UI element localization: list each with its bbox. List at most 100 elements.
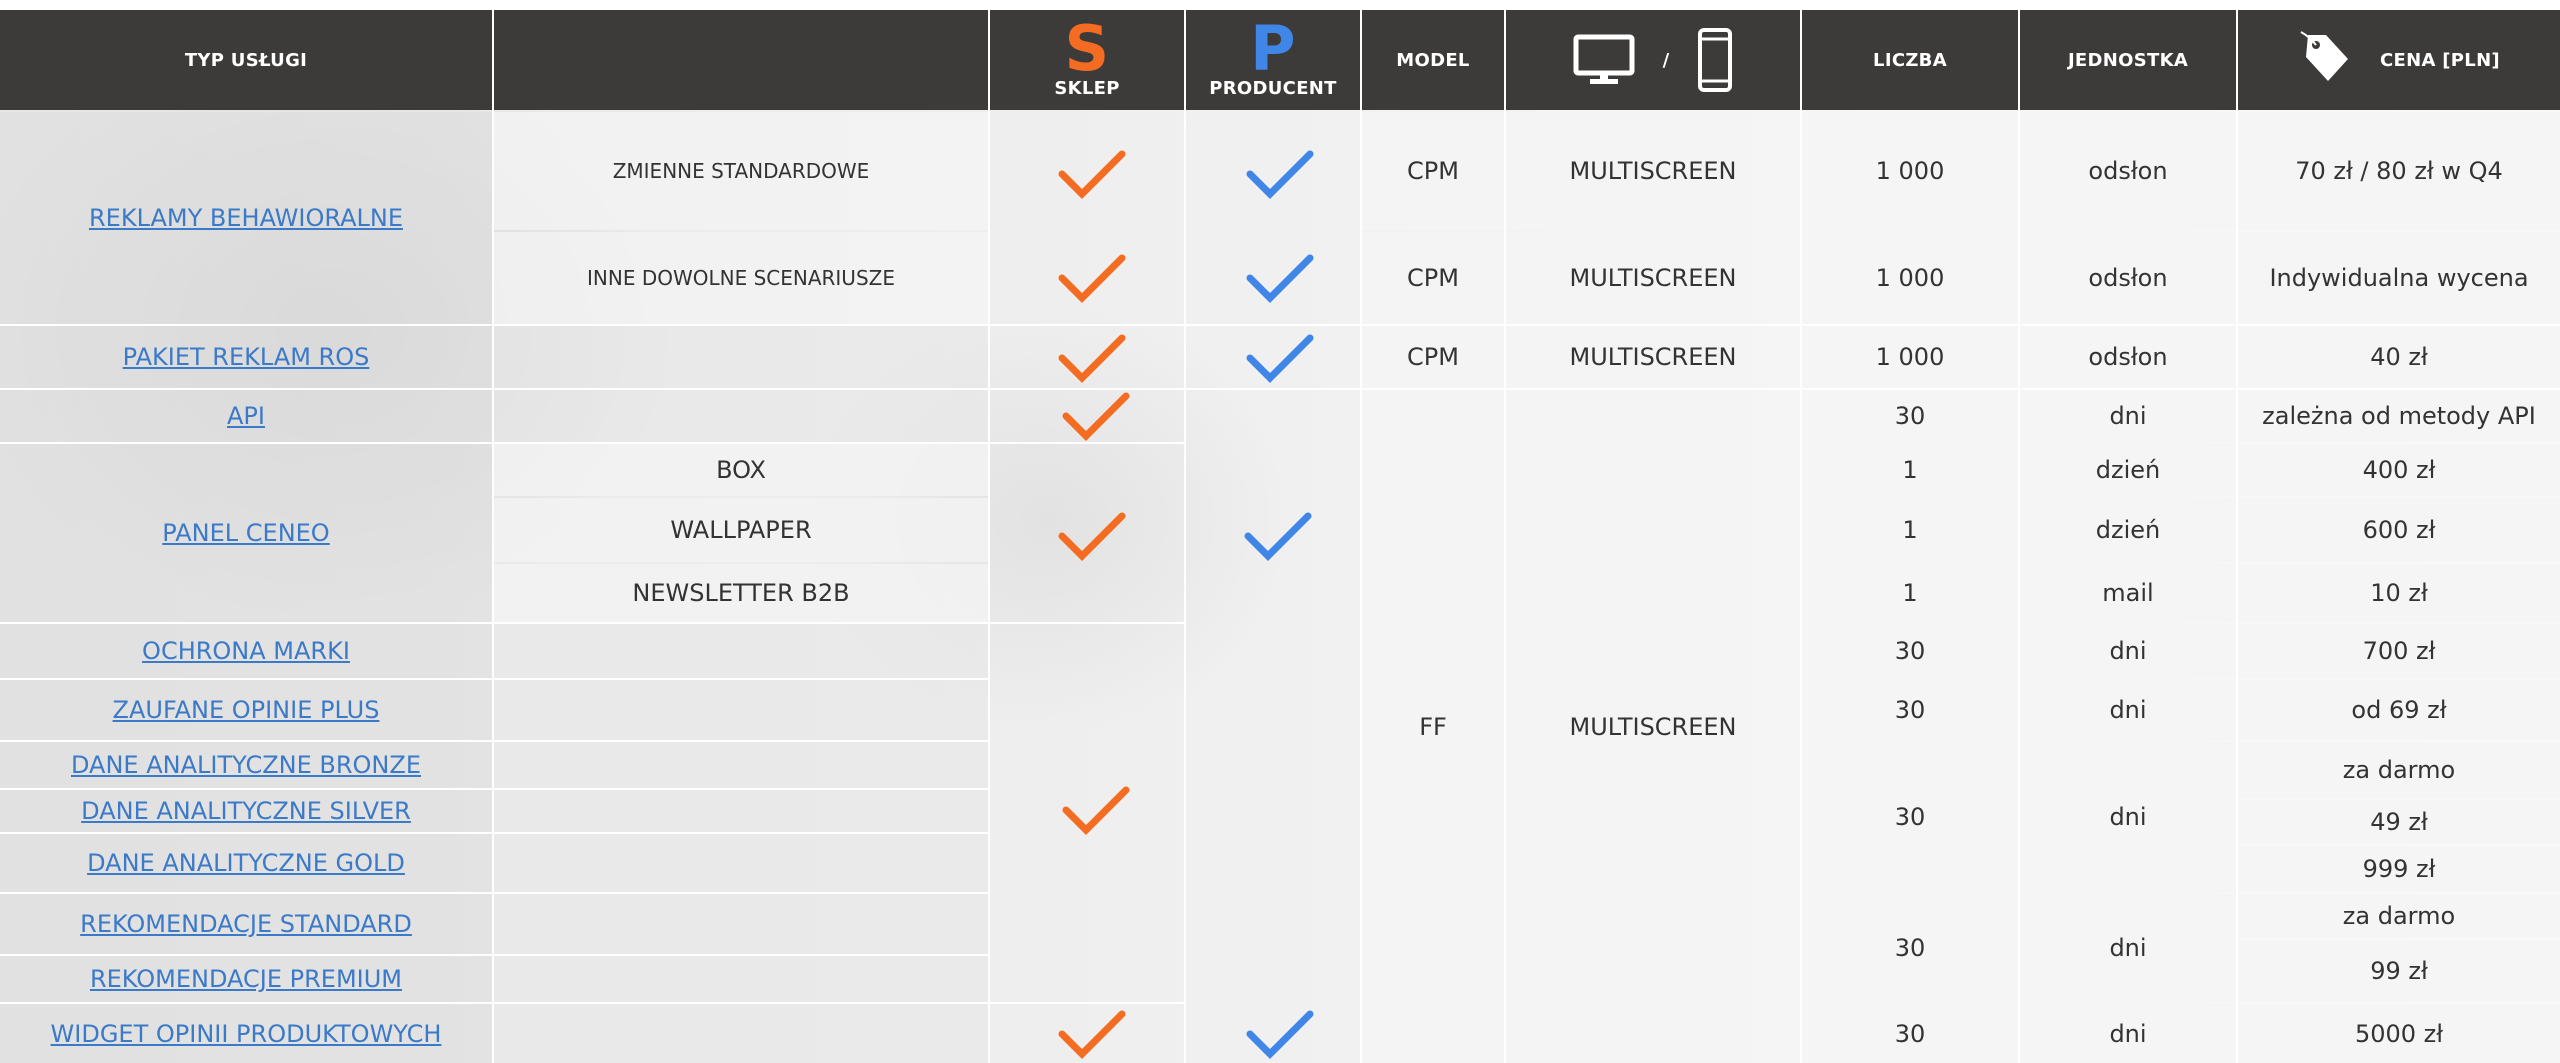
check-icon [1246,334,1314,383]
grid-line [0,442,1184,444]
variant-cell [494,680,988,740]
header-label: TYP USŁUGI [184,49,308,71]
check-icon [1246,150,1314,199]
service-link-rekomendacje-standard[interactable]: REKOMENDACJE STANDARD [80,910,412,938]
jednostka-value: odsłon [2088,157,2168,185]
jednostka-value: dni [2109,934,2147,962]
header-producent: P PRODUCENT [1186,10,1360,110]
cena-cell: 99 zł [2238,940,2560,1002]
grid-line [1360,10,1362,1063]
grid-line [0,388,2560,390]
service-link-dane-analityczne-silver[interactable]: DANE ANALITYCZNE SILVER [81,797,411,825]
liczba-value: 30 [1894,637,1926,665]
cena-value: 400 zł [2362,456,2436,484]
service-cell: REKLAMY BEHAWIORALNE [0,112,492,324]
service-link-panel-ceneo[interactable]: PANEL CENEO [162,519,329,547]
liczba-cell: 30 [1802,894,2018,1002]
variant-cell: NEWSLETTER B2B [494,564,988,622]
liczba-cell: 30 [1802,390,2018,442]
variant-cell [494,390,988,442]
cena-cell: 70 zł / 80 zł w Q4 [2238,112,2560,230]
service-cell: PAKIET REKLAM ROS [0,326,492,388]
liczba-value: 30 [1894,402,1926,430]
jednostka-value: odsłon [2088,343,2168,371]
jednostka-value: dni [2109,1019,2147,1048]
cena-cell: od 69 zł [2238,680,2560,740]
cena-value: 999 zł [2362,855,2436,883]
service-link-rekomendacje-premium[interactable]: REKOMENDACJE PREMIUM [90,965,402,993]
jednostka-cell: dzień [2020,498,2236,562]
service-link-pakiet-reklam-ros[interactable]: PAKIET REKLAM ROS [123,343,370,371]
variant-cell [494,834,988,892]
check-icon [1062,392,1130,441]
jednostka-value: odsłon [2088,264,2168,292]
service-link-zaufane-opinie-plus[interactable]: ZAUFANE OPINIE PLUS [113,696,380,724]
service-cell: DANE ANALITYCZNE SILVER [0,790,492,832]
service-link-dane-analityczne-bronze[interactable]: DANE ANALITYCZNE BRONZE [71,751,421,779]
cena-value: od 69 zł [2351,696,2447,724]
header-sklep: S SKLEP [990,10,1184,110]
cena-value: za darmo [2342,902,2456,930]
grid-line [0,678,988,680]
variant-cell: ZMIENNE STANDARDOWE [494,112,988,230]
cena-cell: zależna od metody API [2238,390,2560,442]
service-cell: WIDGET OPINII PRODUKTOWYCH [0,1004,492,1063]
check-icon [1058,512,1126,561]
service-cell: REKOMENDACJE STANDARD [0,894,492,954]
pricing-table-page: TYP USŁUGI S SKLEP P PRODUCENT MODEL / L… [0,0,2560,1063]
variant-cell [494,742,988,788]
cena-value: Indywidualna wycena [2269,264,2529,292]
cena-cell: za darmo [2238,894,2560,938]
jednostka-value: dni [2109,402,2147,430]
liczba-cell: 30 [1802,624,2018,678]
model-cell: FF [1362,390,1504,1063]
device-separator: / [1662,49,1670,71]
variant-cell: WALLPAPER [494,498,988,562]
device-value: MULTISCREEN [1569,157,1737,185]
cena-cell: 999 zł [2238,846,2560,892]
jednostka-value: dni [2109,696,2147,724]
liczba-cell: 30 [1802,680,2018,740]
variant-label: BOX [716,456,766,484]
grid-line [988,10,990,1063]
device-cell: MULTISCREEN [1506,232,1800,324]
liczba-value: 1 [1902,456,1918,484]
service-cell: DANE ANALITYCZNE GOLD [0,834,492,892]
cena-cell: 600 zł [2238,498,2560,562]
service-link-ochrona-marki[interactable]: OCHRONA MARKI [142,637,350,665]
header-jednostka: JEDNOSTKA [2020,10,2236,110]
liczba-cell: 1 [1802,564,2018,622]
header-label: CENA [PLN] [2380,49,2500,71]
jednostka-cell: dni [2020,1004,2236,1063]
liczba-cell: 1 000 [1802,232,2018,324]
jednostka-cell: dni [2020,742,2236,892]
variant-cell [494,956,988,1002]
liczba-value: 1 000 [1875,157,1945,185]
check-icon [1062,786,1130,835]
variant-cell [494,326,988,388]
jednostka-cell: odsłon [2020,326,2236,388]
service-link-reklamy-behawioralne[interactable]: REKLAMY BEHAWIORALNE [89,204,403,232]
device-cell: MULTISCREEN [1506,326,1800,388]
model-cell: CPM [1362,326,1504,388]
grid-line [0,740,988,742]
cena-cell: 5000 zł [2238,1004,2560,1063]
liczba-value: 1 000 [1875,264,1945,292]
variant-cell [494,790,988,832]
cena-cell: za darmo [2238,742,2560,798]
device-cell: MULTISCREEN [1506,390,1800,1063]
jednostka-cell: odsłon [2020,112,2236,230]
jednostka-value: dzień [2095,516,2161,544]
variant-cell [494,894,988,954]
liczba-value: 30 [1894,1019,1926,1048]
service-link-dane-analityczne-gold[interactable]: DANE ANALITYCZNE GOLD [87,849,405,877]
price-tag-icon [2298,29,2352,85]
service-link-widget-opinii-produktowych[interactable]: WIDGET OPINII PRODUKTOWYCH [51,1020,442,1048]
cena-value: 5000 zł [2354,1019,2444,1048]
service-link-api[interactable]: API [227,402,265,430]
jednostka-cell: dzień [2020,444,2236,496]
header-typ-uslugi: TYP USŁUGI [0,10,492,110]
service-cell: REKOMENDACJE PREMIUM [0,956,492,1002]
liczba-cell: 1 [1802,444,2018,496]
service-cell: PANEL CENEO [0,444,492,622]
